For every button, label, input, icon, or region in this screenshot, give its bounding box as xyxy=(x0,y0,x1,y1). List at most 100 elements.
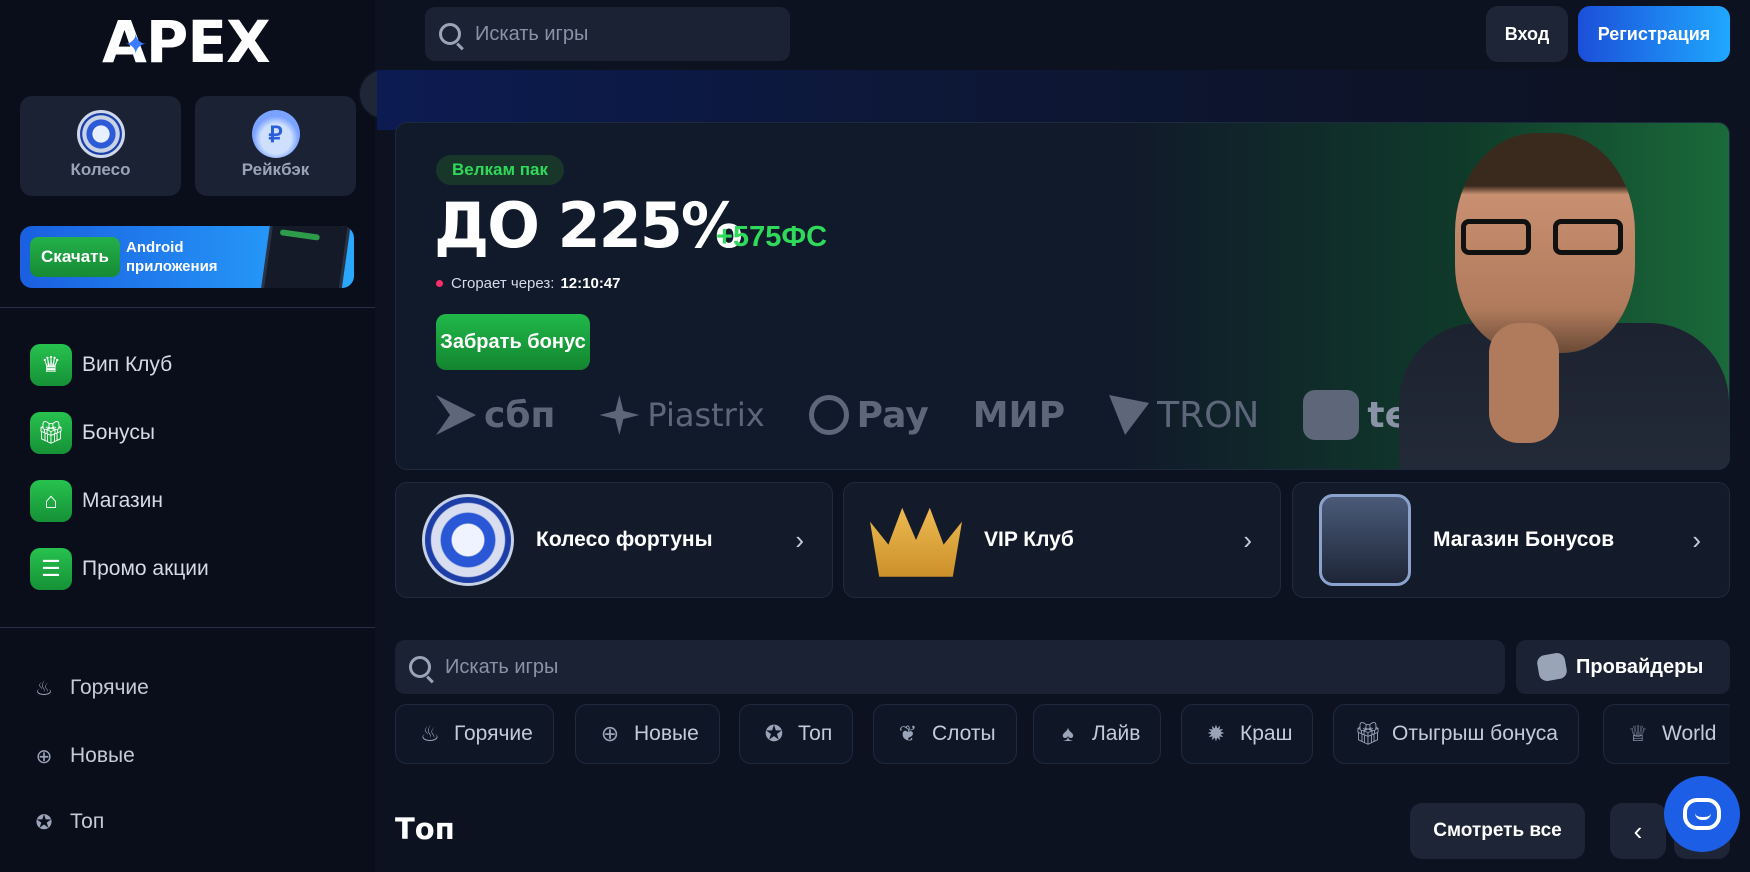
tab-label: Слоты xyxy=(932,722,996,745)
promo-man-image xyxy=(1399,123,1729,469)
tab-live[interactable]: ♠ Лайв xyxy=(1033,704,1162,764)
feature-label: Магазин Бонусов xyxy=(1433,528,1615,551)
download-app-banner[interactable]: Скачать Android приложения xyxy=(20,226,354,288)
crown-icon: ♛ xyxy=(30,344,72,386)
pay-logo: Pay xyxy=(808,395,929,436)
sidebar-divider xyxy=(0,307,375,308)
sidebar-item-new[interactable]: ⊕ Новые xyxy=(30,739,135,773)
expiry-timer: Сгорает через: 12:10:47 xyxy=(436,275,621,292)
expiry-time: 12:10:47 xyxy=(560,275,621,292)
sidebar: APEX ✦ Колесо ₽ Рейкбэк Скачать Android … xyxy=(0,0,375,872)
sidebar-item-promo[interactable]: ☰ Промо акции xyxy=(30,547,209,591)
games-search-input[interactable]: Искать игры xyxy=(395,640,1505,694)
fire-icon: ♨ xyxy=(35,677,53,700)
sidebar-item-bonuses[interactable]: 🎁︎ Бонусы xyxy=(30,411,155,455)
tab-label: Отыгрыш бонуса xyxy=(1392,722,1558,745)
chevron-right-icon: › xyxy=(795,524,804,555)
fire-icon: ♨ xyxy=(420,721,440,746)
sidebar-item-store[interactable]: ⌂ Магазин xyxy=(30,479,163,523)
sidebar-item-label: Вип Клуб xyxy=(82,353,173,376)
sbp-logo: сбп xyxy=(436,395,555,436)
sidebar-item-top[interactable]: ✪ Топ xyxy=(30,805,105,839)
tab-label: Новые xyxy=(634,722,699,745)
wheel-icon xyxy=(422,494,514,586)
plus-icon: ⊕ xyxy=(35,745,53,768)
providers-icon xyxy=(1535,651,1569,683)
sidebar-divider xyxy=(0,627,375,628)
tab-label: Топ xyxy=(798,722,833,745)
download-line-1: Android xyxy=(126,239,184,256)
feature-label: VIP Клуб xyxy=(984,528,1074,551)
live-dot-icon xyxy=(436,280,443,287)
login-button[interactable]: Вход xyxy=(1486,6,1568,62)
phone-image xyxy=(259,226,353,288)
piastrix-logo: Piastrix xyxy=(599,395,765,435)
support-chat-button[interactable] xyxy=(1664,776,1740,852)
rakeback-card[interactable]: ₽ Рейкбэк xyxy=(195,96,356,196)
expiry-label: Сгорает через: xyxy=(451,275,555,292)
chevron-right-icon: › xyxy=(1243,524,1252,555)
feature-label: Колесо фортуны xyxy=(536,528,713,551)
mir-logo: МИР xyxy=(972,394,1066,436)
search-icon xyxy=(409,656,431,678)
tab-bonus-wagering[interactable]: 🎁︎ Отыгрыш бонуса xyxy=(1333,704,1579,764)
medal-icon: ✪ xyxy=(764,721,784,746)
sidebar-item-label: Магазин xyxy=(82,489,164,512)
search-icon xyxy=(439,23,461,45)
rakeback-card-label: Рейкбэк xyxy=(241,160,310,179)
tab-label: Лайв xyxy=(1092,722,1141,745)
ticket-icon: ☰ xyxy=(30,548,72,590)
sidebar-item-hot[interactable]: ♨ Горячие xyxy=(30,671,149,705)
tab-label: Горячие xyxy=(454,722,533,745)
sidebar-item-vip-club[interactable]: ♛ Вип Клуб xyxy=(30,343,172,387)
tab-slots[interactable]: ❦ Слоты xyxy=(873,704,1017,764)
gift-icon: 🎁︎ xyxy=(1354,721,1382,746)
claim-bonus-button[interactable]: Забрать бонус xyxy=(436,314,590,370)
download-line-2: приложения xyxy=(126,258,218,275)
bonus-headline: ДО 225% xyxy=(434,189,743,262)
medal-icon: ✪ xyxy=(35,811,53,834)
carousel-prev-button[interactable]: ‹ xyxy=(1610,803,1666,859)
wheel-icon xyxy=(76,110,125,158)
store-icon: ⌂ xyxy=(30,480,72,522)
wheel-of-fortune-card[interactable]: Колесо фортуны › xyxy=(395,482,833,598)
tab-top[interactable]: ✪ Топ xyxy=(739,704,854,764)
sidebar-item-label: Топ xyxy=(70,810,105,833)
apex-logo[interactable]: APEX ✦ xyxy=(102,13,272,71)
tab-hot[interactable]: ♨ Горячие xyxy=(395,704,554,764)
tab-world[interactable]: ♕ World xyxy=(1603,704,1730,764)
gift-icon: 🎁︎ xyxy=(30,412,72,454)
payment-logos: сбп Piastrix Pay МИР TRON tether xyxy=(436,385,1538,445)
chevron-right-icon: › xyxy=(1692,524,1701,555)
search-placeholder: Искать игры xyxy=(445,655,559,678)
burst-icon: ✹ xyxy=(1206,721,1226,746)
card-icon: ♠ xyxy=(1062,721,1074,746)
cherry-icon: ❦ xyxy=(898,721,918,746)
welcome-banner: Велкам пак ДО 225% +575ФС Сгорает через:… xyxy=(395,122,1730,470)
register-button[interactable]: Регистрация xyxy=(1578,6,1730,62)
see-all-button[interactable]: Смотреть все xyxy=(1410,803,1585,859)
banner-glow xyxy=(377,70,1730,130)
free-spins-text: +575ФС xyxy=(716,221,828,253)
tab-crash[interactable]: ✹ Краш xyxy=(1181,704,1314,764)
providers-button[interactable]: Провайдеры xyxy=(1516,640,1730,694)
sidebar-item-label: Новые xyxy=(70,744,135,767)
star-icon: ✦ xyxy=(124,28,147,61)
section-title: Топ xyxy=(395,812,455,846)
search-placeholder: Искать игры xyxy=(475,22,589,45)
download-text: Android приложения xyxy=(126,238,218,276)
sidebar-item-label: Промо акции xyxy=(82,557,209,580)
chat-bubble-icon xyxy=(1683,798,1721,830)
bonus-store-card[interactable]: Магазин Бонусов › xyxy=(1292,482,1730,598)
wheel-card-label: Колесо xyxy=(70,160,131,179)
trophy-icon: ♕ xyxy=(1628,721,1648,746)
vip-club-card[interactable]: VIP Клуб › xyxy=(843,482,1281,598)
tab-new[interactable]: ⊕ Новые xyxy=(575,704,720,764)
wheel-card[interactable]: Колесо xyxy=(20,96,181,196)
header-search-input[interactable]: Искать игры xyxy=(425,7,790,61)
welcome-pack-tag: Велкам пак xyxy=(436,155,565,185)
sidebar-item-label: Горячие xyxy=(70,676,149,699)
download-button[interactable]: Скачать xyxy=(30,237,120,277)
tab-label: Краш xyxy=(1240,722,1293,745)
crown-icon xyxy=(870,507,962,577)
